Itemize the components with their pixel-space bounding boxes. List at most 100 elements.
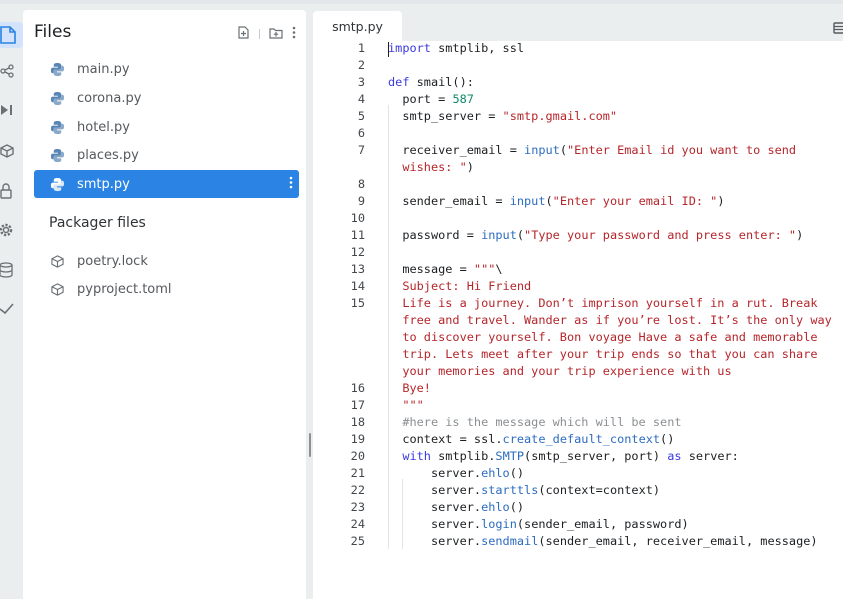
line-number: 9 (357, 194, 365, 208)
line-number: 24 (350, 517, 365, 531)
toolbar-divider (259, 28, 260, 39)
code-text: server.starttls(context=context) (388, 483, 661, 497)
rail-checks[interactable] (0, 296, 23, 322)
rail-files[interactable] (0, 22, 23, 48)
line-number: 7 (357, 143, 365, 157)
file-name: pyproject.toml (77, 281, 172, 297)
code-text: context = ssl.create_default_context() (388, 432, 675, 446)
code-text: #here is the message which will be sent (388, 415, 682, 429)
line-number: 13 (350, 262, 365, 276)
layout-icon[interactable] (833, 19, 843, 34)
rail-console[interactable] (0, 97, 23, 123)
line-number: 5 (357, 109, 365, 123)
packager-file-item[interactable]: poetry.lock (34, 247, 299, 275)
line-number: 18 (350, 415, 365, 429)
code-text: wishes: ") (402, 160, 474, 174)
lock-icon (0, 183, 14, 199)
line-number: 23 (350, 500, 365, 514)
new-file-icon[interactable] (238, 24, 250, 43)
python-icon (49, 177, 65, 192)
rail-database[interactable] (0, 257, 23, 283)
panel-resize-handle[interactable] (309, 433, 311, 457)
line-number: 11 (350, 228, 365, 242)
package-icon (49, 282, 65, 296)
line-number: 8 (357, 177, 365, 191)
files-title: Files (34, 22, 72, 42)
gear-icon (0, 222, 16, 238)
code-text: import smtplib, ssl (388, 41, 525, 55)
code-text: free and travel. Wander as if you’re los… (388, 313, 832, 327)
code-text: server.login(sender_email, password) (388, 517, 689, 531)
line-number: 15 (350, 296, 365, 310)
tab-smtp-py[interactable]: smtp.py (313, 11, 402, 41)
code-editor: smtp.py 1 import smtplib, ssl 2 3 def smai… (313, 11, 843, 599)
code-text: def smail(): (388, 75, 474, 89)
code-text: receiver_email = input("Enter Email id y… (388, 143, 797, 157)
python-icon (49, 91, 65, 106)
file-item-selected[interactable]: smtp.py (34, 170, 299, 198)
rail-secrets[interactable] (0, 178, 23, 204)
file-icon (0, 25, 18, 45)
activity-rail (0, 4, 23, 599)
code-text: sender_email = input("Enter your email I… (388, 194, 725, 208)
rail-share[interactable] (0, 58, 23, 84)
line-number: 6 (357, 126, 365, 140)
file-item[interactable]: places.py (34, 141, 299, 169)
line-number: 1 (357, 41, 365, 55)
file-name: poetry.lock (77, 253, 148, 269)
file-name: main.py (77, 61, 130, 77)
line-number: 20 (350, 449, 365, 463)
python-icon (49, 148, 65, 163)
rail-settings[interactable] (0, 217, 23, 243)
file-item[interactable]: corona.py (34, 84, 299, 112)
code-text: server.ehlo() (388, 500, 525, 514)
code-text: Subject: Hi Friend (388, 279, 532, 293)
line-number: 22 (350, 483, 365, 497)
code-text: your memories and your trip experience w… (388, 364, 732, 378)
code-text: server.ehlo() (388, 466, 525, 480)
packager-files-title: Packager files (49, 215, 146, 231)
code-text: password = input("Type your password and… (388, 228, 804, 242)
line-number: 3 (357, 75, 365, 89)
line-number: 16 (350, 381, 365, 395)
package-icon (49, 254, 65, 268)
files-toolbar (238, 24, 296, 43)
code-text: trip. Lets meet after your trip ends so … (388, 347, 818, 361)
console-icon (0, 103, 14, 117)
python-icon (49, 120, 65, 135)
code-text: Life is a journey. Don’t imprison yourse… (388, 296, 818, 310)
file-options-icon[interactable] (289, 176, 293, 193)
code-text: port = 587 (388, 92, 474, 106)
line-number: 17 (350, 398, 365, 412)
line-number: 14 (350, 279, 365, 293)
files-panel: Files main.py corona.py hotel.py places.… (23, 10, 306, 599)
code-text: smtp_server = "smtp.gmail.com" (388, 109, 618, 123)
file-name: smtp.py (77, 176, 130, 192)
check-icon (0, 303, 14, 315)
code-text: with smtplib.SMTP(smtp_server, port) as … (402, 449, 739, 463)
file-item[interactable]: hotel.py (34, 113, 299, 141)
file-name: corona.py (77, 90, 142, 106)
line-number: 10 (350, 211, 365, 225)
line-number: 19 (350, 432, 365, 446)
line-number: 25 (350, 534, 365, 548)
code-text: Bye! (388, 381, 431, 395)
file-name: hotel.py (77, 119, 130, 135)
tab-label: smtp.py (332, 18, 383, 34)
more-options-icon[interactable] (292, 24, 296, 43)
code-text: server.sendmail(sender_email, receiver_e… (388, 534, 818, 548)
line-number: 21 (350, 466, 365, 480)
file-name: places.py (77, 147, 139, 163)
new-folder-icon[interactable] (269, 24, 283, 43)
share-icon (0, 64, 14, 78)
line-number: 2 (357, 58, 365, 72)
python-icon (49, 62, 65, 77)
code-text: message = """\ (388, 262, 503, 276)
file-item[interactable]: main.py (34, 55, 299, 83)
code-text: """ (388, 398, 424, 412)
rail-packages[interactable] (0, 138, 23, 164)
packager-file-item[interactable]: pyproject.toml (34, 275, 299, 303)
code-text: to discover yourself. Bon voyage Have a … (388, 330, 818, 344)
tab-bar: smtp.py (313, 11, 843, 41)
database-icon (0, 262, 14, 278)
